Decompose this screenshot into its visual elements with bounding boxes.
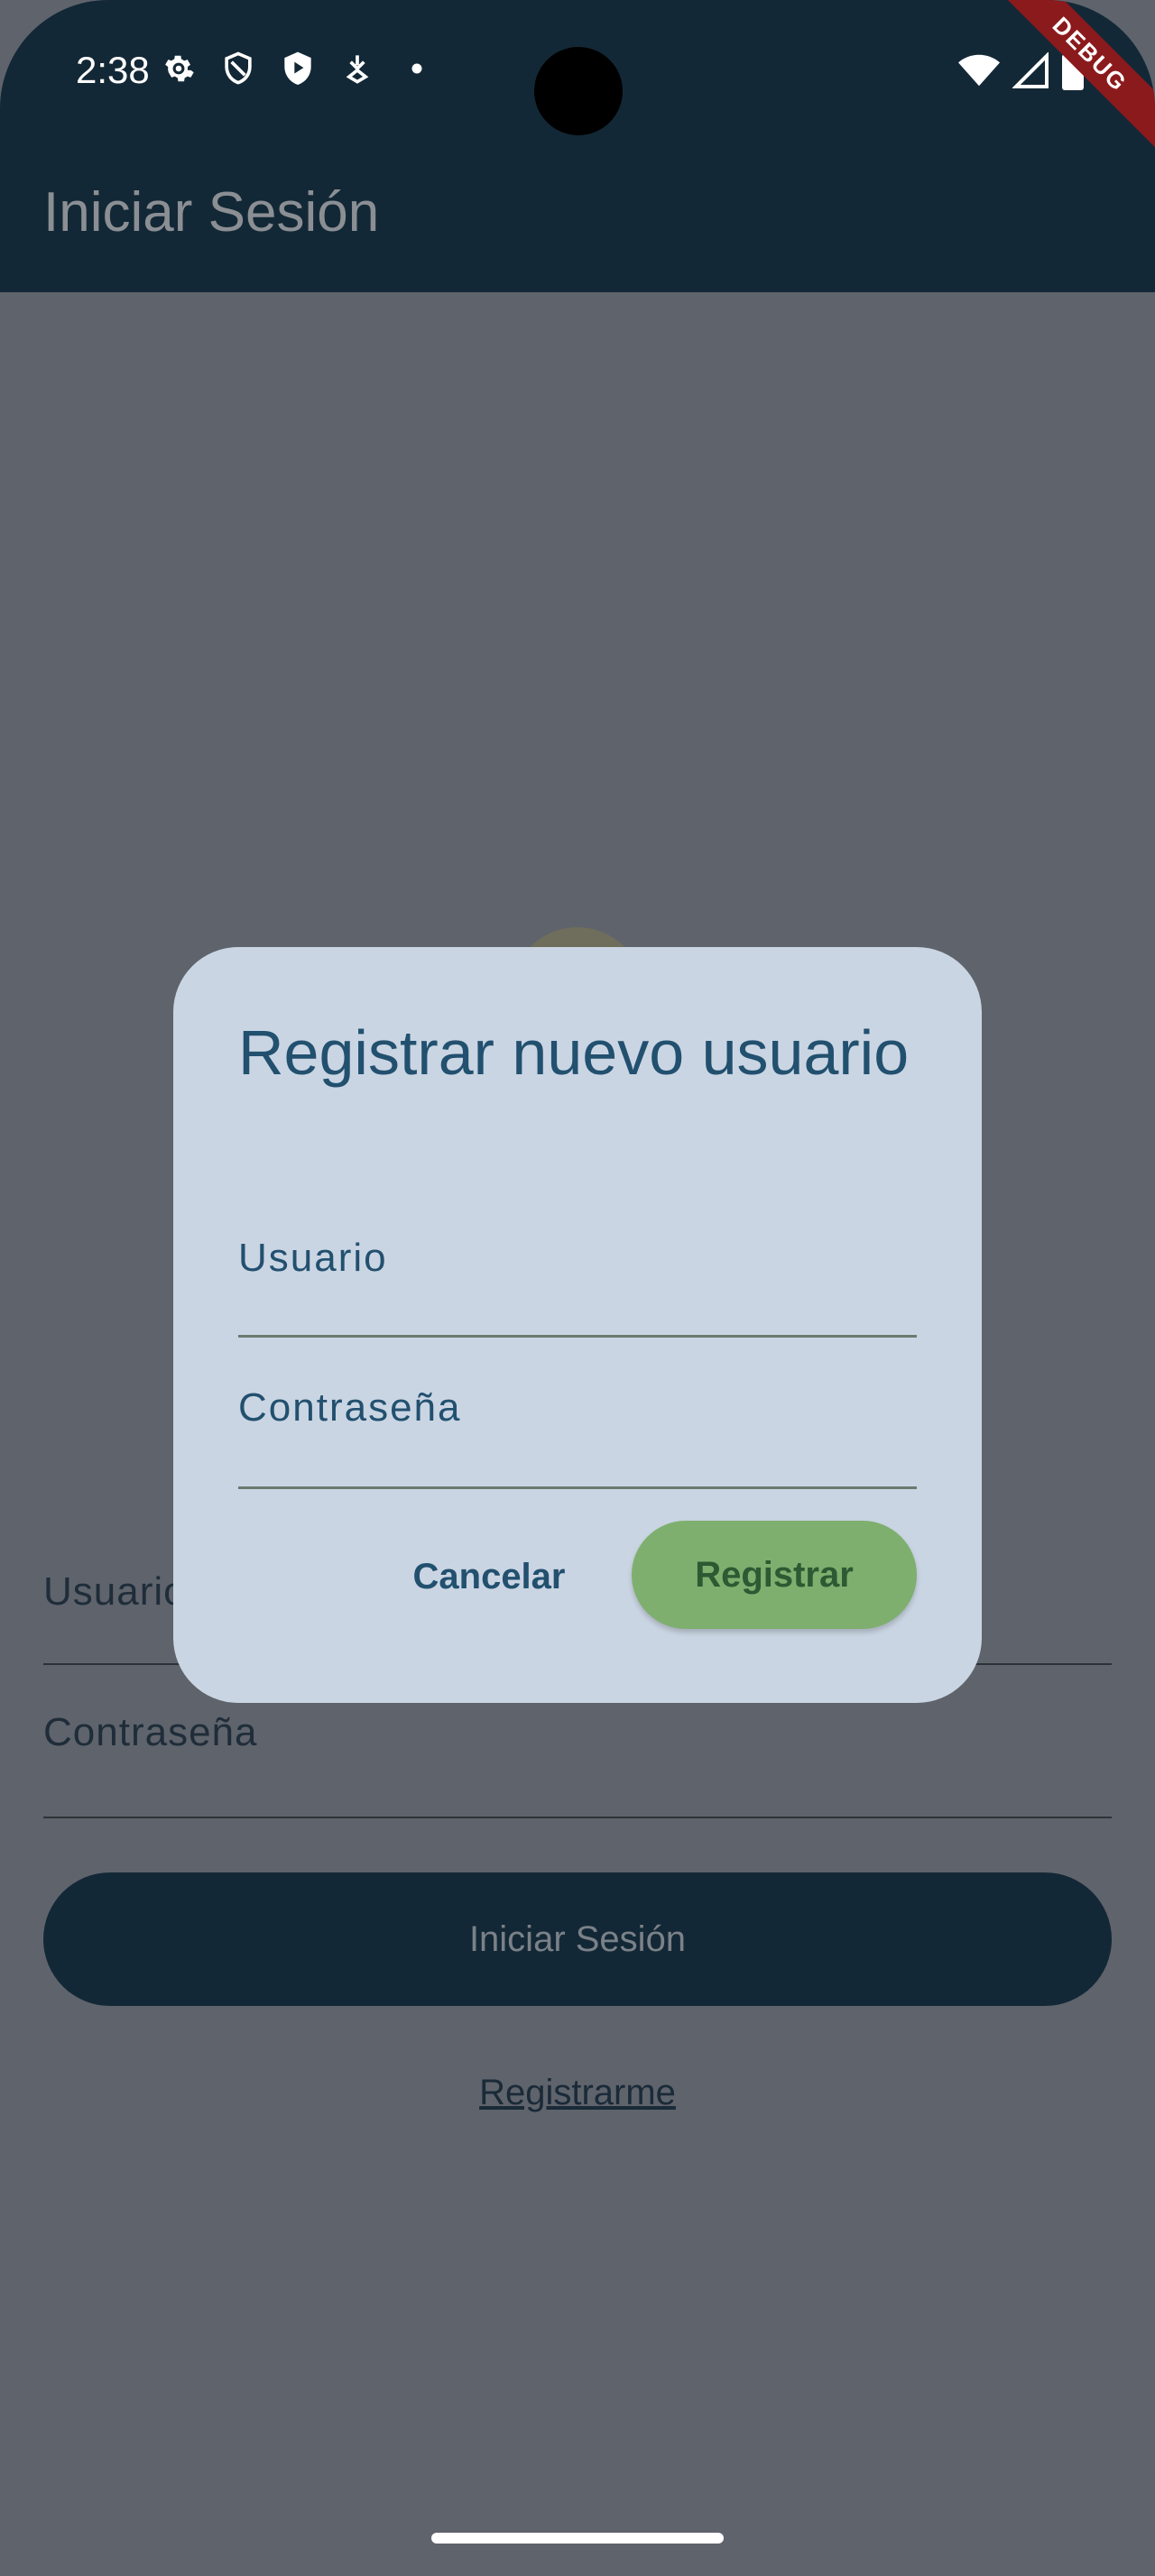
- debug-banner: DEBUG: [1002, 0, 1155, 153]
- phone-screen: 2:38 DEBUG Iniciar Sesión Usuario Contra…: [0, 0, 1155, 2576]
- status-icons-left: [159, 49, 437, 88]
- register-dialog: Registrar nuevo usuario Usuario Contrase…: [173, 947, 982, 1703]
- gear-icon: [159, 49, 199, 88]
- shield-play-icon: [278, 49, 318, 88]
- debug-label: DEBUG: [1002, 0, 1155, 152]
- camera-cutout: [534, 47, 623, 135]
- register-username-input[interactable]: Usuario: [238, 1182, 917, 1338]
- register-username-label: Usuario: [238, 1236, 388, 1280]
- app-bar: 2:38 DEBUG Iniciar Sesión: [0, 0, 1155, 292]
- download-icon: [337, 49, 377, 88]
- login-password-label: Contraseña: [43, 1710, 258, 1754]
- cancel-button[interactable]: Cancelar: [399, 1523, 579, 1631]
- wifi-icon: [958, 52, 1000, 93]
- register-link[interactable]: Registrarme: [0, 2073, 1155, 2113]
- page-title: Iniciar Sesión: [43, 181, 380, 244]
- dot-icon: [397, 49, 437, 88]
- register-password-input[interactable]: Contraseña: [238, 1335, 917, 1489]
- home-indicator[interactable]: [431, 2533, 724, 2544]
- shield-outline-icon: [218, 49, 258, 88]
- login-username-label: Usuario: [43, 1569, 187, 1614]
- dialog-title: Registrar nuevo usuario: [238, 1017, 910, 1088]
- register-button[interactable]: Registrar: [632, 1521, 917, 1629]
- login-button[interactable]: Iniciar Sesión: [43, 1872, 1112, 2006]
- login-password-field[interactable]: Contraseña: [43, 1692, 1112, 1818]
- status-time: 2:38: [76, 49, 150, 91]
- register-password-label: Contraseña: [238, 1385, 462, 1430]
